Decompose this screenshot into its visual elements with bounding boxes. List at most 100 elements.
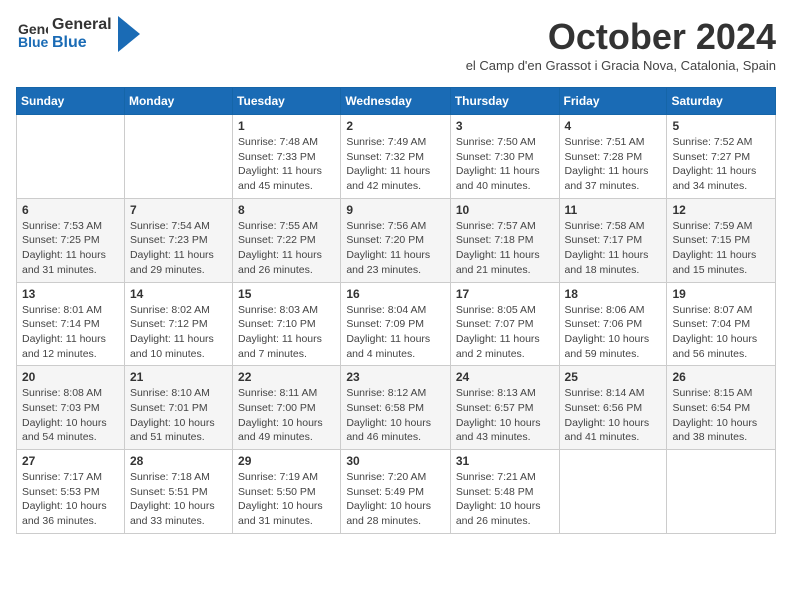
- day-detail: Sunrise: 8:03 AM Sunset: 7:10 PM Dayligh…: [238, 303, 335, 362]
- calendar-day-cell: 3Sunrise: 7:50 AM Sunset: 7:30 PM Daylig…: [450, 115, 559, 199]
- day-detail: Sunrise: 7:50 AM Sunset: 7:30 PM Dayligh…: [456, 135, 554, 194]
- day-number: 18: [565, 287, 662, 301]
- day-detail: Sunrise: 8:12 AM Sunset: 6:58 PM Dayligh…: [346, 386, 445, 445]
- day-number: 23: [346, 370, 445, 384]
- day-detail: Sunrise: 7:18 AM Sunset: 5:51 PM Dayligh…: [130, 470, 227, 529]
- calendar-day-cell: 19 Sunrise: 8:07 AM Sunset: 7:04 PM Dayli…: [667, 282, 776, 366]
- day-detail: Sunrise: 8:04 AM Sunset: 7:09 PM Dayligh…: [346, 303, 445, 362]
- calendar-day-cell: 15 Sunrise: 8:03 AM Sunset: 7:10 PM Dayli…: [233, 282, 341, 366]
- day-detail: Sunrise: 7:55 AM Sunset: 7:22 PM Dayligh…: [238, 219, 335, 278]
- dow-header: Wednesday: [341, 88, 451, 115]
- calendar-day-cell: 21 Sunrise: 8:10 AM Sunset: 7:01 PM Dayli…: [124, 366, 232, 450]
- day-detail: Sunrise: 7:56 AM Sunset: 7:20 PM Dayligh…: [346, 219, 445, 278]
- day-number: 7: [130, 203, 227, 217]
- calendar-week-row: 13 Sunrise: 8:01 AM Sunset: 7:14 PM Dayli…: [17, 282, 776, 366]
- logo-blue: Blue: [52, 34, 112, 52]
- day-detail: Sunrise: 7:52 AM Sunset: 7:27 PM Dayligh…: [672, 135, 770, 194]
- day-number: 30: [346, 454, 445, 468]
- day-number: 4: [565, 119, 662, 133]
- day-number: 13: [22, 287, 119, 301]
- calendar-day-cell: 8 Sunrise: 7:55 AM Sunset: 7:22 PM Daylig…: [233, 198, 341, 282]
- calendar-day-cell: [17, 115, 125, 199]
- logo-chevron-icon: [118, 16, 140, 52]
- calendar-day-cell: 14 Sunrise: 8:02 AM Sunset: 7:12 PM Dayli…: [124, 282, 232, 366]
- calendar-day-cell: 28Sunrise: 7:18 AM Sunset: 5:51 PM Dayli…: [124, 450, 232, 534]
- calendar-table: SundayMondayTuesdayWednesdayThursdayFrid…: [16, 87, 776, 534]
- day-detail: Sunrise: 8:11 AM Sunset: 7:00 PM Dayligh…: [238, 386, 335, 445]
- calendar-day-cell: 11 Sunrise: 7:58 AM Sunset: 7:17 PM Dayli…: [559, 198, 667, 282]
- day-detail: Sunrise: 7:51 AM Sunset: 7:28 PM Dayligh…: [565, 135, 662, 194]
- calendar-day-cell: 6 Sunrise: 7:53 AM Sunset: 7:25 PM Daylig…: [17, 198, 125, 282]
- calendar-day-cell: 5 Sunrise: 7:52 AM Sunset: 7:27 PM Daylig…: [667, 115, 776, 199]
- day-number: 5: [672, 119, 770, 133]
- calendar-day-cell: 25Sunrise: 8:14 AM Sunset: 6:56 PM Dayli…: [559, 366, 667, 450]
- day-number: 1: [238, 119, 335, 133]
- calendar-day-cell: 2 Sunrise: 7:49 AM Sunset: 7:32 PM Daylig…: [341, 115, 451, 199]
- day-detail: Sunrise: 7:48 AM Sunset: 7:33 PM Dayligh…: [238, 135, 335, 194]
- day-detail: Sunrise: 8:07 AM Sunset: 7:04 PM Dayligh…: [672, 303, 770, 362]
- day-number: 27: [22, 454, 119, 468]
- calendar-day-cell: 31Sunrise: 7:21 AM Sunset: 5:48 PM Dayli…: [450, 450, 559, 534]
- calendar-day-cell: 17 Sunrise: 8:05 AM Sunset: 7:07 PM Dayli…: [450, 282, 559, 366]
- calendar-day-cell: 29Sunrise: 7:19 AM Sunset: 5:50 PM Dayli…: [233, 450, 341, 534]
- day-detail: Sunrise: 8:02 AM Sunset: 7:12 PM Dayligh…: [130, 303, 227, 362]
- day-number: 20: [22, 370, 119, 384]
- calendar-day-cell: 1 Sunrise: 7:48 AM Sunset: 7:33 PM Daylig…: [233, 115, 341, 199]
- calendar-week-row: 27 Sunrise: 7:17 AM Sunset: 5:53 PM Dayli…: [17, 450, 776, 534]
- day-detail: Sunrise: 8:15 AM Sunset: 6:54 PM Dayligh…: [672, 386, 770, 445]
- day-detail: Sunrise: 8:10 AM Sunset: 7:01 PM Dayligh…: [130, 386, 227, 445]
- calendar-day-cell: 9 Sunrise: 7:56 AM Sunset: 7:20 PM Daylig…: [341, 198, 451, 282]
- calendar-day-cell: 12Sunrise: 7:59 AM Sunset: 7:15 PM Dayli…: [667, 198, 776, 282]
- day-number: 2: [346, 119, 445, 133]
- calendar-day-cell: [559, 450, 667, 534]
- calendar-day-cell: 18 Sunrise: 8:06 AM Sunset: 7:06 PM Dayli…: [559, 282, 667, 366]
- day-number: 15: [238, 287, 335, 301]
- calendar-day-cell: [124, 115, 232, 199]
- calendar-day-cell: 10 Sunrise: 7:57 AM Sunset: 7:18 PM Dayli…: [450, 198, 559, 282]
- day-number: 14: [130, 287, 227, 301]
- day-number: 12: [672, 203, 770, 217]
- day-detail: Sunrise: 7:57 AM Sunset: 7:18 PM Dayligh…: [456, 219, 554, 278]
- calendar-day-cell: 20 Sunrise: 8:08 AM Sunset: 7:03 PM Dayli…: [17, 366, 125, 450]
- location-subtitle: el Camp d'en Grassot i Gracia Nova, Cata…: [466, 58, 776, 73]
- dow-header: Monday: [124, 88, 232, 115]
- logo-icon: General Blue: [16, 18, 48, 50]
- calendar-day-cell: 23 Sunrise: 8:12 AM Sunset: 6:58 PM Dayli…: [341, 366, 451, 450]
- calendar-day-cell: 22 Sunrise: 8:11 AM Sunset: 7:00 PM Dayli…: [233, 366, 341, 450]
- day-number: 6: [22, 203, 119, 217]
- dow-header: Friday: [559, 88, 667, 115]
- day-number: 26: [672, 370, 770, 384]
- day-detail: Sunrise: 7:53 AM Sunset: 7:25 PM Dayligh…: [22, 219, 119, 278]
- day-detail: Sunrise: 7:19 AM Sunset: 5:50 PM Dayligh…: [238, 470, 335, 529]
- day-number: 22: [238, 370, 335, 384]
- day-detail: Sunrise: 8:05 AM Sunset: 7:07 PM Dayligh…: [456, 303, 554, 362]
- day-number: 17: [456, 287, 554, 301]
- day-detail: Sunrise: 7:58 AM Sunset: 7:17 PM Dayligh…: [565, 219, 662, 278]
- day-detail: Sunrise: 8:14 AM Sunset: 6:56 PM Dayligh…: [565, 386, 662, 445]
- calendar-week-row: 6 Sunrise: 7:53 AM Sunset: 7:25 PM Daylig…: [17, 198, 776, 282]
- calendar-day-cell: 24Sunrise: 8:13 AM Sunset: 6:57 PM Dayli…: [450, 366, 559, 450]
- svg-text:Blue: Blue: [18, 34, 48, 50]
- calendar-week-row: 20 Sunrise: 8:08 AM Sunset: 7:03 PM Dayli…: [17, 366, 776, 450]
- day-number: 16: [346, 287, 445, 301]
- day-detail: Sunrise: 8:06 AM Sunset: 7:06 PM Dayligh…: [565, 303, 662, 362]
- day-detail: Sunrise: 7:49 AM Sunset: 7:32 PM Dayligh…: [346, 135, 445, 194]
- day-detail: Sunrise: 7:17 AM Sunset: 5:53 PM Dayligh…: [22, 470, 119, 529]
- calendar-body: 1 Sunrise: 7:48 AM Sunset: 7:33 PM Daylig…: [17, 115, 776, 534]
- day-detail: Sunrise: 7:21 AM Sunset: 5:48 PM Dayligh…: [456, 470, 554, 529]
- day-number: 9: [346, 203, 445, 217]
- day-detail: Sunrise: 7:20 AM Sunset: 5:49 PM Dayligh…: [346, 470, 445, 529]
- calendar-day-cell: 26 Sunrise: 8:15 AM Sunset: 6:54 PM Dayli…: [667, 366, 776, 450]
- day-detail: Sunrise: 8:13 AM Sunset: 6:57 PM Dayligh…: [456, 386, 554, 445]
- day-number: 21: [130, 370, 227, 384]
- dow-header: Tuesday: [233, 88, 341, 115]
- dow-header: Saturday: [667, 88, 776, 115]
- page-header: General Blue General Blue October 2024 e…: [16, 16, 776, 83]
- dow-header: Thursday: [450, 88, 559, 115]
- day-number: 10: [456, 203, 554, 217]
- day-number: 11: [565, 203, 662, 217]
- day-detail: Sunrise: 8:01 AM Sunset: 7:14 PM Dayligh…: [22, 303, 119, 362]
- day-number: 8: [238, 203, 335, 217]
- day-number: 19: [672, 287, 770, 301]
- day-detail: Sunrise: 8:08 AM Sunset: 7:03 PM Dayligh…: [22, 386, 119, 445]
